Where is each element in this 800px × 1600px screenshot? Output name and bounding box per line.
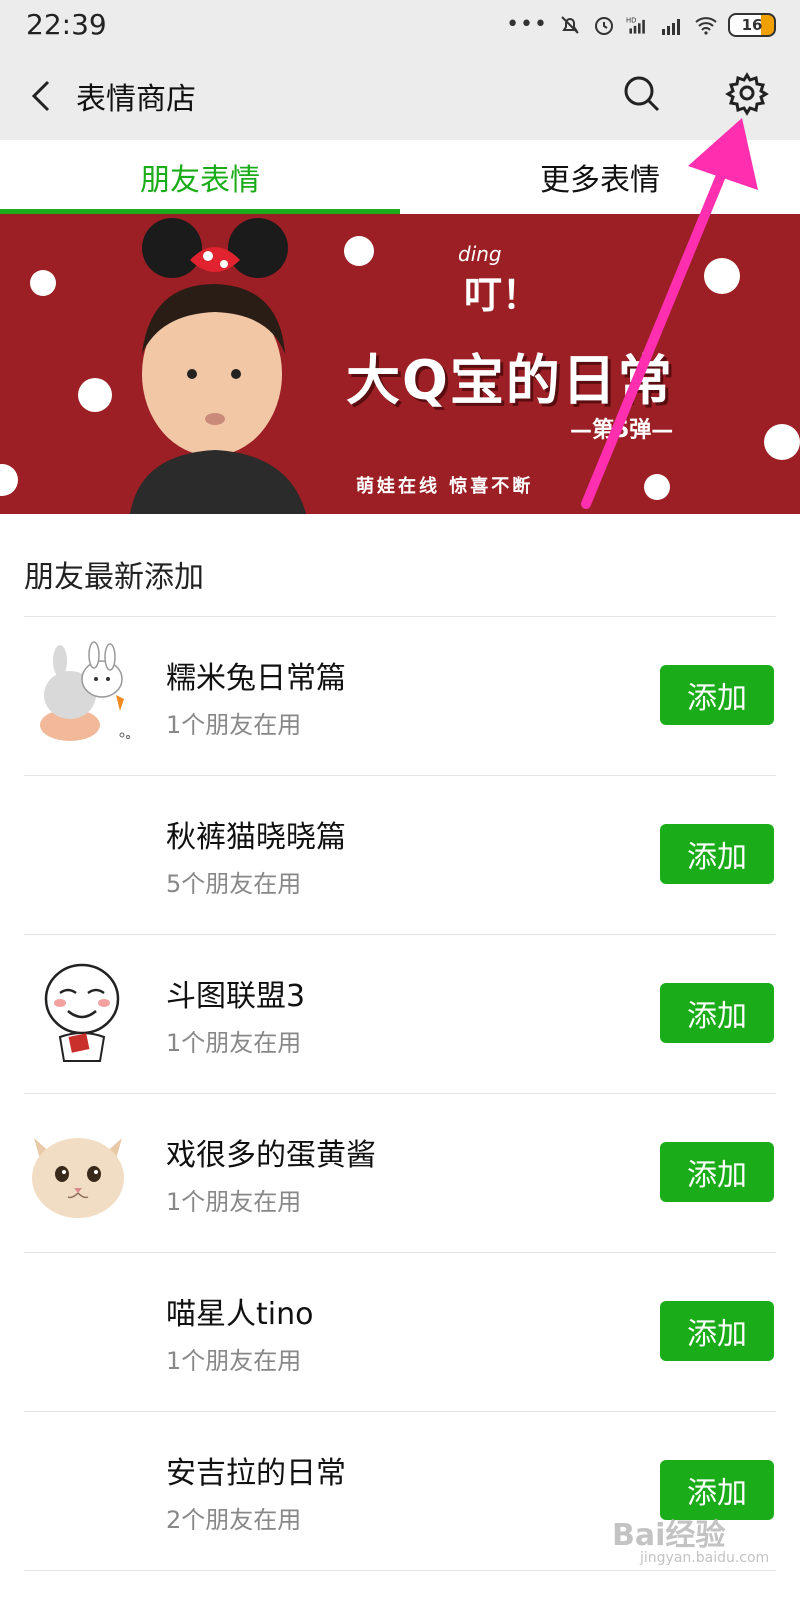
more-dots-icon: •••: [506, 12, 548, 37]
banner-dot: [30, 270, 56, 296]
add-button[interactable]: 添加: [660, 665, 774, 725]
banner-dot: [0, 464, 18, 496]
list-item[interactable]: 喵星人tino 1个朋友在用 添加: [0, 1253, 800, 1411]
sticker-thumbnail-blank: [30, 798, 138, 906]
banner-subtitle: —第5弹—: [570, 418, 674, 443]
item-usage: 1个朋友在用: [166, 711, 302, 739]
banner-dot: [704, 258, 740, 294]
cat-face-sticker-icon: [32, 1138, 124, 1218]
alarm-icon: [595, 16, 613, 35]
banner-tagline: 萌娃在线 惊喜不断: [356, 476, 534, 497]
mute-bell-icon: [561, 15, 579, 34]
divider: [24, 1570, 776, 1571]
app-header: 表情商店: [0, 52, 800, 140]
item-name: 秋裤猫晓晓篇: [166, 820, 346, 855]
tab-more-stickers[interactable]: 更多表情: [400, 140, 800, 214]
item-name: 喵星人tino: [166, 1297, 314, 1332]
child-photo: [130, 218, 306, 514]
item-name: 安吉拉的日常: [166, 1456, 346, 1491]
signal-icon: [662, 18, 680, 35]
item-usage: 1个朋友在用: [166, 1347, 302, 1375]
add-button[interactable]: 添加: [660, 824, 774, 884]
list-item[interactable]: 秋裤猫晓晓篇 5个朋友在用 添加: [0, 776, 800, 934]
item-usage: 1个朋友在用: [166, 1029, 302, 1057]
page-title: 表情商店: [76, 82, 196, 117]
add-button[interactable]: 添加: [660, 1142, 774, 1202]
banner-ke: 叮！: [464, 273, 541, 317]
gear-icon[interactable]: [724, 70, 770, 116]
signal-hd-icon: HD: [626, 16, 645, 34]
wifi-icon: [695, 16, 717, 35]
item-name: 斗图联盟3: [166, 979, 306, 1014]
list-item[interactable]: 斗图联盟3 1个朋友在用 添加: [0, 935, 800, 1093]
sticker-thumbnail-blank: [30, 1434, 138, 1542]
tab-bar: 朋友表情 更多表情: [0, 140, 800, 214]
banner-ding: ding: [458, 242, 502, 266]
banner-dot: [78, 378, 112, 412]
banner-title: 大Q宝的日常: [346, 349, 674, 412]
status-bar: 22:39 ••• HD 16: [0, 0, 800, 52]
list-item[interactable]: 戏很多的蛋黄酱 1个朋友在用 添加: [0, 1094, 800, 1252]
add-button[interactable]: 添加: [660, 1301, 774, 1361]
promo-banner[interactable]: ding 叮！ 大Q宝的日常 —第5弹— 萌娃在线 惊喜不断: [0, 214, 800, 514]
item-name: 戏很多的蛋黄酱: [166, 1138, 376, 1173]
baidu-watermark-url: jingyan.baidu.com: [640, 1550, 770, 1566]
item-name: 糯米兔日常篇: [166, 661, 346, 696]
list-item[interactable]: 糯米兔日常篇 1个朋友在用 添加: [0, 617, 800, 775]
baidu-watermark: Bai经验: [612, 1518, 726, 1553]
rabbit-sticker-icon: [40, 641, 130, 741]
hd-label: HD: [626, 16, 636, 24]
item-usage: 2个朋友在用: [166, 1506, 302, 1534]
status-time: 22:39: [26, 8, 107, 41]
battery-icon: 16: [728, 12, 776, 37]
banner-dot: [764, 424, 800, 460]
section-title: 朋友最新添加: [24, 560, 204, 595]
add-button[interactable]: 添加: [660, 983, 774, 1043]
meme-face-sticker-icon: [44, 963, 120, 1062]
item-usage: 5个朋友在用: [166, 870, 302, 898]
banner-dot: [644, 474, 670, 500]
item-usage: 1个朋友在用: [166, 1188, 302, 1216]
banner-dot: [344, 236, 374, 266]
sticker-thumbnail-blank: [30, 1275, 138, 1383]
search-icon[interactable]: [620, 72, 664, 116]
tab-friends-stickers[interactable]: 朋友表情: [0, 140, 400, 214]
back-icon[interactable]: [24, 74, 64, 118]
status-icons: ••• HD 16: [506, 12, 776, 37]
